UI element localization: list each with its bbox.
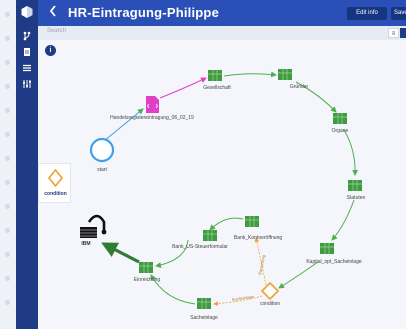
edge-organe-statuten: [343, 129, 359, 176]
node-statuten: Statuten: [347, 180, 366, 201]
node-condition: condition: [260, 281, 280, 307]
diamond-icon: [47, 168, 64, 188]
sidebar: [16, 0, 38, 329]
node-label-organe: Organe: [332, 128, 349, 134]
branch-icon[interactable]: [19, 28, 35, 44]
node-label-gesellschaft: Gesellschaft: [203, 85, 231, 91]
node-label-bank-konto: Bank_Kontoeröffnung: [234, 235, 283, 241]
node-sacheinlage: Sacheinlage: [190, 298, 218, 321]
search-input[interactable]: Search: [47, 28, 66, 34]
node-label-bank-steuer: Bank_US-Steuerformular: [172, 244, 228, 250]
node-gruender: Gründer: [278, 69, 309, 90]
gutter-dot: [5, 204, 10, 209]
node-einreichung: Einreichung: [134, 262, 161, 283]
info-icon[interactable]: i: [45, 45, 56, 56]
node-ibm: IBM: [80, 214, 107, 247]
node-label-kapital: Kapital_opt_Sacheinlage: [306, 259, 362, 265]
search-bar[interactable]: Search: [38, 26, 406, 40]
edge-statuten-kapital: [331, 199, 355, 241]
gutter-dot: [5, 276, 10, 281]
gutter-dot: [5, 60, 10, 65]
node-bank-steuer: Bank_US-Steuerformular: [172, 230, 228, 250]
edge-gesellschaft-gruender: [223, 71, 277, 78]
save-button[interactable]: Save: [391, 7, 406, 20]
list-icon[interactable]: [19, 60, 35, 76]
node-start: start: [89, 137, 115, 173]
edge-sacheinlage-einreichung: [150, 274, 196, 305]
node-label-ibm: IBM: [81, 241, 90, 247]
node-label-handelsregister: Handelsregistereintragung_06_02_19: [110, 115, 194, 121]
node-label-einreichung: Einreichung: [134, 277, 161, 283]
gutter-dot: [5, 36, 10, 41]
gutter-dot: [5, 252, 10, 257]
document-icon[interactable]: [19, 44, 35, 60]
chevron-left-icon: [49, 5, 56, 17]
left-gutter: [0, 0, 16, 329]
edges: [101, 71, 359, 307]
view-toggle-diagram[interactable]: [400, 28, 406, 38]
edge-bank-steuer-einreichung: [155, 239, 189, 268]
node-label-gruender: Gründer: [290, 84, 309, 90]
gutter-dot: [5, 180, 10, 185]
node-kapital: Kapital_opt_Sacheinlage: [306, 243, 362, 265]
node-label-sacheinlage: Sacheinlage: [190, 315, 218, 321]
edge-label-barzahlung: Barzahlung: [257, 254, 266, 275]
node-handelsregister: Handelsregistereintragung_06_02_19: [110, 96, 194, 121]
view-toggle-list[interactable]: ≡: [388, 28, 399, 38]
edge-handelsregister-gesellschaft: [159, 77, 207, 99]
edge-condition-bank-konto: [254, 237, 267, 286]
page-title: HR-Eintragung-Philippe: [68, 5, 219, 20]
node-gesellschaft: Gesellschaft: [203, 70, 231, 91]
node-label-statuten: Statuten: [347, 195, 366, 201]
node-organe: Organe: [332, 113, 349, 134]
gutter-dot: [5, 132, 10, 137]
edge-start-handelsregister: [103, 108, 144, 142]
top-bar: HR-Eintragung-Philippe Edit info Save: [38, 0, 406, 26]
edge-einreichung-ibm: [101, 242, 140, 264]
edge-condition-sacheinlage: [213, 295, 263, 307]
palette-condition[interactable]: condition: [38, 163, 71, 203]
gutter-dot: [5, 300, 10, 305]
palette-label: condition: [44, 191, 67, 197]
sliders-icon[interactable]: [19, 76, 35, 92]
edit-info-button[interactable]: Edit info: [347, 7, 387, 20]
edge-label-sacheinlage: Sacheinlage: [231, 294, 254, 302]
gutter-dot: [5, 156, 10, 161]
node-label-start: start: [97, 167, 107, 173]
node-bank-konto: Bank_Kontoeröffnung: [234, 216, 283, 241]
edge-bank-konto-bank-steuer: [209, 217, 244, 231]
gutter-dot: [5, 12, 10, 17]
node-label-condition: condition: [260, 301, 280, 307]
gutter-dot: [5, 228, 10, 233]
logo-hexagon-icon[interactable]: [19, 4, 35, 20]
gutter-dot: [5, 108, 10, 113]
back-button[interactable]: [46, 4, 60, 22]
edge-gruender-organe: [295, 81, 337, 113]
edge-kapital-condition: [278, 261, 319, 289]
gutter-dot: [5, 84, 10, 89]
